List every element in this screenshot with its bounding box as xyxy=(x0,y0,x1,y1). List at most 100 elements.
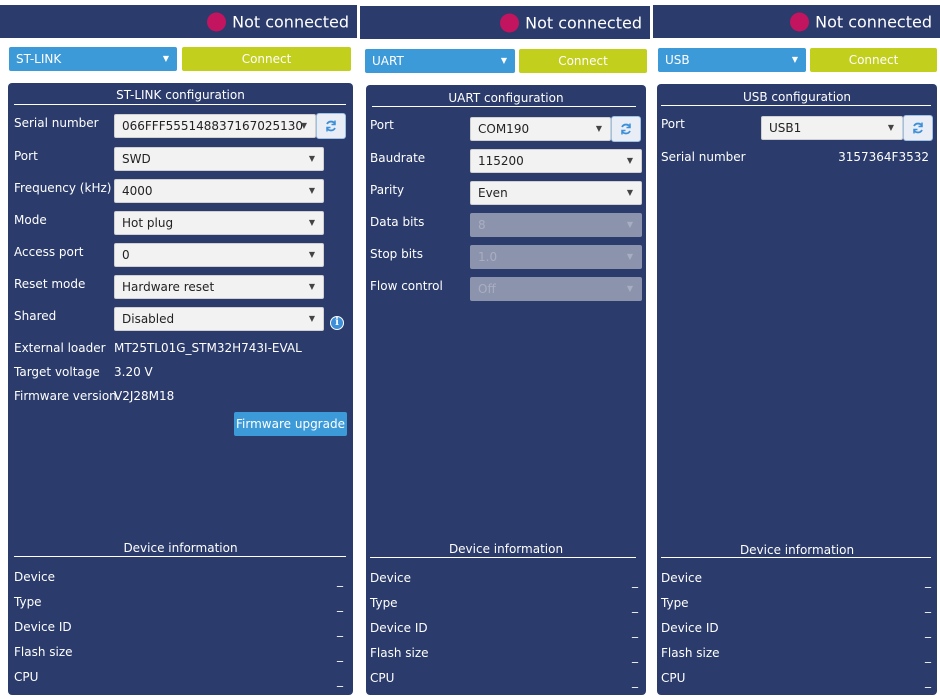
uart-panel: Not connected UART ▼ Connect UART config… xyxy=(360,0,650,699)
cpu-label: CPU xyxy=(370,671,395,685)
type-label: Type xyxy=(14,595,42,609)
status-indicator-icon xyxy=(500,13,520,32)
port-label: Port xyxy=(14,149,38,163)
cpu-label: CPU xyxy=(661,671,686,685)
divider xyxy=(372,106,636,107)
chevron-down-icon: ▼ xyxy=(308,314,315,323)
serial-number-label: Serial number xyxy=(661,150,746,164)
chevron-down-icon: ▼ xyxy=(595,124,602,133)
access-port-select[interactable]: 0 ▼ xyxy=(114,243,324,267)
port-label: Port xyxy=(661,117,685,131)
data-bits-label: Data bits xyxy=(370,215,425,229)
flash-size-label: Flash size xyxy=(661,646,720,660)
mode-label: Mode xyxy=(14,213,47,227)
interface-select[interactable]: ST-LINK ▼ xyxy=(9,47,177,71)
type-label: Type xyxy=(661,596,689,610)
flash-size-label: Flash size xyxy=(370,646,429,660)
reset-mode-label: Reset mode xyxy=(14,277,86,291)
flash-size-label: Flash size xyxy=(14,645,73,659)
stlink-config-panel: ST-LINK configuration Serial number 066F… xyxy=(8,83,353,695)
divider xyxy=(661,105,931,106)
status-indicator-icon xyxy=(207,12,227,31)
refresh-button[interactable] xyxy=(903,115,933,141)
parity-select[interactable]: Even ▼ xyxy=(470,181,642,205)
device-id-value: _ xyxy=(337,623,343,637)
chevron-down-icon: ▼ xyxy=(162,54,169,63)
flow-control-select: Off ▼ xyxy=(470,277,642,301)
type-value: _ xyxy=(632,599,638,613)
config-title: USB configuration xyxy=(742,90,852,104)
device-label: Device xyxy=(14,570,56,584)
device-value: _ xyxy=(337,573,343,587)
flow-control-label: Flow control xyxy=(370,279,443,293)
device-id-label: Device ID xyxy=(661,621,719,635)
refresh-icon xyxy=(326,120,336,132)
divider xyxy=(661,557,931,558)
firmware-version-label: Firmware version xyxy=(14,389,117,403)
refresh-button[interactable] xyxy=(316,113,346,139)
chevron-down-icon: ▼ xyxy=(308,250,315,259)
data-bits-select: 8 ▼ xyxy=(470,213,642,237)
port-label: Port xyxy=(370,118,394,132)
divider xyxy=(14,556,346,557)
serial-number-select[interactable]: 066FFF555148837167025130 ▼ xyxy=(114,114,316,138)
interface-select[interactable]: UART ▼ xyxy=(365,49,515,73)
target-voltage-value: 3.20 V xyxy=(114,365,153,379)
stop-bits-select: 1.0 ▼ xyxy=(470,245,642,269)
cpu-value: _ xyxy=(632,674,638,688)
config-title: ST-LINK configuration xyxy=(116,88,245,102)
reset-mode-select[interactable]: Hardware reset ▼ xyxy=(114,275,324,299)
port-select[interactable]: SWD ▼ xyxy=(114,147,324,171)
connect-button[interactable]: Connect xyxy=(519,49,647,73)
status-bar: Not connected xyxy=(653,5,940,38)
device-info-title: Device information xyxy=(739,543,855,557)
baudrate-select[interactable]: 115200 ▼ xyxy=(470,149,642,173)
chevron-down-icon: ▼ xyxy=(626,252,633,261)
connect-button[interactable]: Connect xyxy=(182,47,351,71)
parity-label: Parity xyxy=(370,183,405,197)
refresh-button[interactable] xyxy=(611,116,641,142)
usb-panel: Not connected USB ▼ Connect USB configur… xyxy=(653,0,940,699)
cpu-value: _ xyxy=(337,673,343,687)
chevron-down-icon: ▼ xyxy=(626,156,633,165)
frequency-label: Frequency (kHz) xyxy=(14,181,112,195)
mode-select[interactable]: Hot plug ▼ xyxy=(114,211,324,235)
external-loader-value: MT25TL01G_STM32H743I-EVAL xyxy=(114,341,302,355)
device-id-value: _ xyxy=(632,624,638,638)
info-icon[interactable]: i xyxy=(330,316,344,330)
serial-number-label: Serial number xyxy=(14,116,99,130)
firmware-upgrade-button[interactable]: Firmware upgrade xyxy=(234,412,347,436)
firmware-version-value: V2J28M18 xyxy=(114,389,175,403)
stop-bits-label: Stop bits xyxy=(370,247,424,261)
type-value: _ xyxy=(337,598,343,612)
serial-number-value: 3157364F3532 xyxy=(838,150,929,164)
type-label: Type xyxy=(370,596,398,610)
chevron-down-icon: ▼ xyxy=(308,218,315,227)
cpu-value: _ xyxy=(925,674,931,688)
device-id-value: _ xyxy=(925,624,931,638)
baudrate-label: Baudrate xyxy=(370,151,426,165)
status-bar: Not connected xyxy=(360,6,650,39)
flash-size-value: _ xyxy=(632,649,638,663)
chevron-down-icon: ▼ xyxy=(308,186,315,195)
shared-select[interactable]: Disabled ▼ xyxy=(114,307,324,331)
cpu-label: CPU xyxy=(14,670,39,684)
interface-select[interactable]: USB ▼ xyxy=(658,48,806,72)
status-indicator-icon xyxy=(790,12,810,31)
uart-config-panel: UART configuration Port COM190 ▼ Baudrat… xyxy=(366,85,646,695)
port-select[interactable]: USB1 ▼ xyxy=(761,116,903,140)
external-loader-label: External loader xyxy=(14,341,106,355)
status-bar: Not connected xyxy=(0,5,357,38)
chevron-down-icon: ▼ xyxy=(626,188,633,197)
device-value: _ xyxy=(925,574,931,588)
target-voltage-label: Target voltage xyxy=(14,365,100,379)
device-info-title: Device information xyxy=(448,542,564,556)
device-value: _ xyxy=(632,574,638,588)
flash-size-value: _ xyxy=(925,649,931,663)
chevron-down-icon: ▼ xyxy=(887,123,894,132)
connect-button[interactable]: Connect xyxy=(810,48,937,72)
chevron-down-icon: ▼ xyxy=(626,284,633,293)
port-select[interactable]: COM190 ▼ xyxy=(470,117,611,141)
frequency-select[interactable]: 4000 ▼ xyxy=(114,179,324,203)
device-label: Device xyxy=(370,571,412,585)
